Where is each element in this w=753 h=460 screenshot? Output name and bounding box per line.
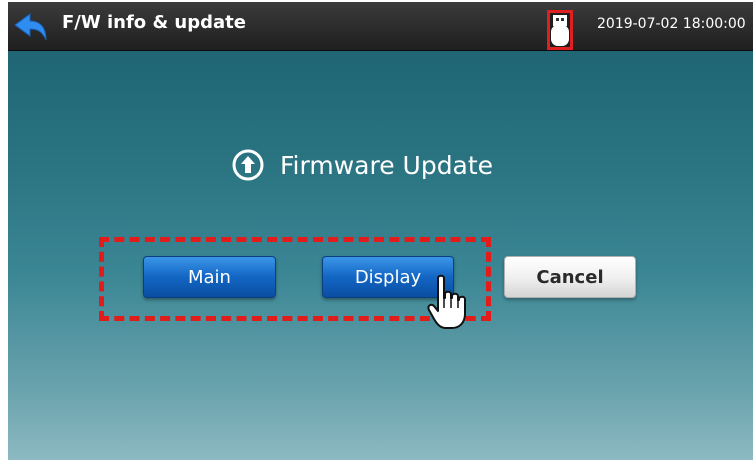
device-screen: F/W info & update 2019-07-02 18:00:00 Fi… xyxy=(8,2,753,460)
app-title: F/W info & update xyxy=(62,12,246,33)
cancel-button[interactable]: Cancel xyxy=(504,256,636,298)
upload-circle-icon xyxy=(232,149,264,181)
main-button[interactable]: Main xyxy=(143,256,276,298)
firmware-heading-text: Firmware Update xyxy=(280,150,494,180)
usb-drive-icon xyxy=(551,15,569,46)
firmware-heading: Firmware Update xyxy=(230,145,493,185)
usb-status xyxy=(547,10,573,50)
datetime: 2019-07-02 18:00:00 xyxy=(597,16,746,32)
hand-pointer-icon xyxy=(427,274,466,329)
top-bar: F/W info & update 2019-07-02 18:00:00 xyxy=(8,2,753,51)
back-arrow-icon xyxy=(14,13,47,41)
back-button[interactable] xyxy=(10,10,50,44)
